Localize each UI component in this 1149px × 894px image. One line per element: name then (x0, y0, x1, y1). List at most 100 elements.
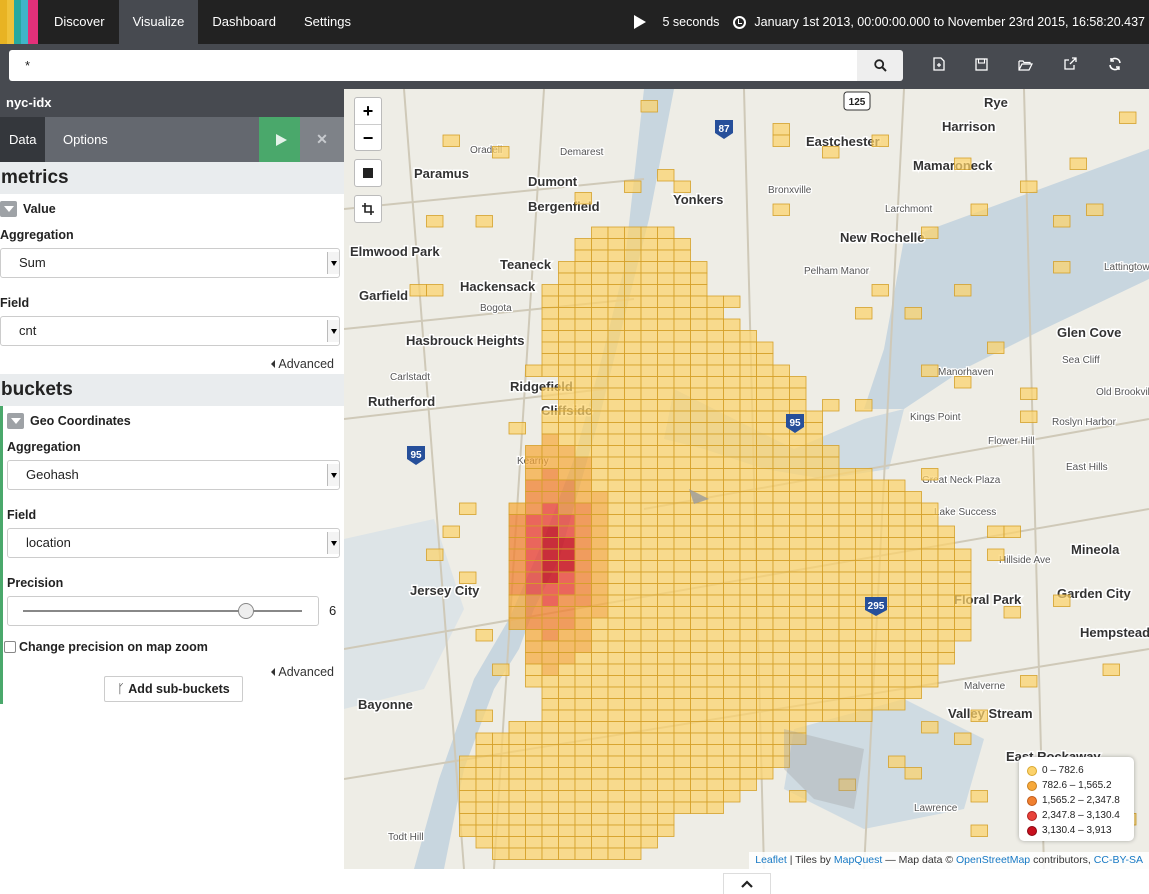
refresh-button[interactable] (1105, 56, 1125, 76)
geohash-cell[interactable] (640, 387, 658, 400)
geohash-cell[interactable] (690, 525, 708, 538)
geohash-cell[interactable] (624, 537, 642, 550)
geohash-cell[interactable] (921, 640, 939, 653)
geohash-cell[interactable] (888, 514, 906, 527)
geohash-cell[interactable] (772, 445, 790, 458)
geohash-cell[interactable] (640, 824, 658, 837)
geohash-cell[interactable] (640, 778, 658, 791)
geohash-cell[interactable] (937, 606, 955, 619)
geohash-cell[interactable] (673, 318, 691, 331)
geohash-cell[interactable] (690, 755, 708, 768)
geohash-cell[interactable] (558, 606, 576, 619)
geohash-cell[interactable] (574, 410, 592, 423)
geohash-cell[interactable] (805, 663, 823, 676)
geohash-cell[interactable] (574, 387, 592, 400)
geohash-cell[interactable] (937, 594, 955, 607)
geohash-cell[interactable] (574, 307, 592, 320)
geohash-cell[interactable] (558, 548, 576, 561)
geohash-cell[interactable] (772, 548, 790, 561)
geohash-cell[interactable] (525, 514, 543, 527)
geohash-cell[interactable] (640, 813, 658, 826)
geohash-cell[interactable] (888, 652, 906, 665)
geohash-cell[interactable] (673, 778, 691, 791)
geohash-cell[interactable] (954, 571, 972, 584)
geohash-cell[interactable] (607, 594, 625, 607)
geohash-cell[interactable] (640, 284, 658, 297)
geohash-cell[interactable] (574, 376, 592, 389)
geohash-cell[interactable] (756, 376, 774, 389)
geohash-cell[interactable] (772, 433, 790, 446)
geohash-cell[interactable] (723, 571, 741, 584)
geohash-cell[interactable] (921, 594, 939, 607)
nav-discover[interactable]: Discover (40, 0, 119, 44)
geohash-cell[interactable] (706, 468, 724, 481)
geohash-cell[interactable] (591, 548, 609, 561)
geohash-cell[interactable] (690, 353, 708, 366)
geohash-cell[interactable] (574, 548, 592, 561)
geohash-cell[interactable] (640, 836, 658, 849)
geohash-cell[interactable] (673, 330, 691, 343)
geohash-cell[interactable] (1053, 215, 1071, 228)
geohash-cell[interactable] (624, 560, 642, 573)
geohash-cell[interactable] (723, 364, 741, 377)
geohash-cell[interactable] (657, 364, 675, 377)
geohash-cell[interactable] (591, 767, 609, 780)
geohash-cell[interactable] (624, 652, 642, 665)
geohash-cell[interactable] (607, 307, 625, 320)
geohash-cell[interactable] (624, 422, 642, 435)
zoom-out-button[interactable]: − (355, 124, 381, 150)
geohash-cell[interactable] (541, 341, 559, 354)
geohash-cell[interactable] (888, 548, 906, 561)
geohash-cell[interactable] (591, 836, 609, 849)
geohash-cell[interactable] (739, 663, 757, 676)
geohash-cell[interactable] (640, 663, 658, 676)
geohash-cell[interactable] (591, 606, 609, 619)
geohash-cell[interactable] (624, 755, 642, 768)
geohash-cell[interactable] (756, 399, 774, 412)
geohash-cell[interactable] (805, 629, 823, 642)
geohash-cell[interactable] (607, 514, 625, 527)
geohash-cell[interactable] (673, 479, 691, 492)
geohash-cell[interactable] (624, 433, 642, 446)
geohash-cell[interactable] (772, 594, 790, 607)
geohash-cell[interactable] (855, 525, 873, 538)
geohash-cell[interactable] (657, 514, 675, 527)
geohash-cell[interactable] (838, 583, 856, 596)
geohash-cell[interactable] (690, 571, 708, 584)
geohash-cell[interactable] (525, 663, 543, 676)
geohash-cell[interactable] (657, 353, 675, 366)
geohash-cell[interactable] (756, 617, 774, 630)
geohash-cell[interactable] (508, 422, 526, 435)
geohash-cell[interactable] (838, 548, 856, 561)
geohash-cell[interactable] (607, 399, 625, 412)
geohash-cell[interactable] (640, 640, 658, 653)
geohash-cell[interactable] (673, 709, 691, 722)
geohash-cell[interactable] (855, 307, 873, 320)
geohash-cell[interactable] (657, 571, 675, 584)
geohash-cell[interactable] (657, 284, 675, 297)
geohash-cell[interactable] (723, 721, 741, 734)
chevron-down-icon[interactable] (0, 201, 17, 217)
geohash-cell[interactable] (739, 744, 757, 757)
geohash-cell[interactable] (805, 479, 823, 492)
share-button[interactable] (1060, 56, 1080, 76)
nav-visualize[interactable]: Visualize (118, 0, 199, 44)
geohash-cell[interactable] (888, 606, 906, 619)
geohash-cell[interactable] (871, 686, 889, 699)
apply-changes-button[interactable] (259, 117, 300, 162)
geohash-cell[interactable] (558, 502, 576, 515)
geohash-cell[interactable] (673, 514, 691, 527)
geohash-cell[interactable] (805, 445, 823, 458)
geohash-cell[interactable] (657, 755, 675, 768)
geohash-cell[interactable] (690, 778, 708, 791)
geohash-cell[interactable] (838, 594, 856, 607)
geohash-cell[interactable] (723, 295, 741, 308)
geohash-cell[interactable] (640, 422, 658, 435)
geohash-cell[interactable] (624, 594, 642, 607)
geohash-cell[interactable] (673, 560, 691, 573)
geohash-cell[interactable] (607, 755, 625, 768)
geohash-cell[interactable] (607, 698, 625, 711)
geohash-cell[interactable] (772, 560, 790, 573)
geohash-cell[interactable] (640, 410, 658, 423)
geohash-cell[interactable] (541, 755, 559, 768)
